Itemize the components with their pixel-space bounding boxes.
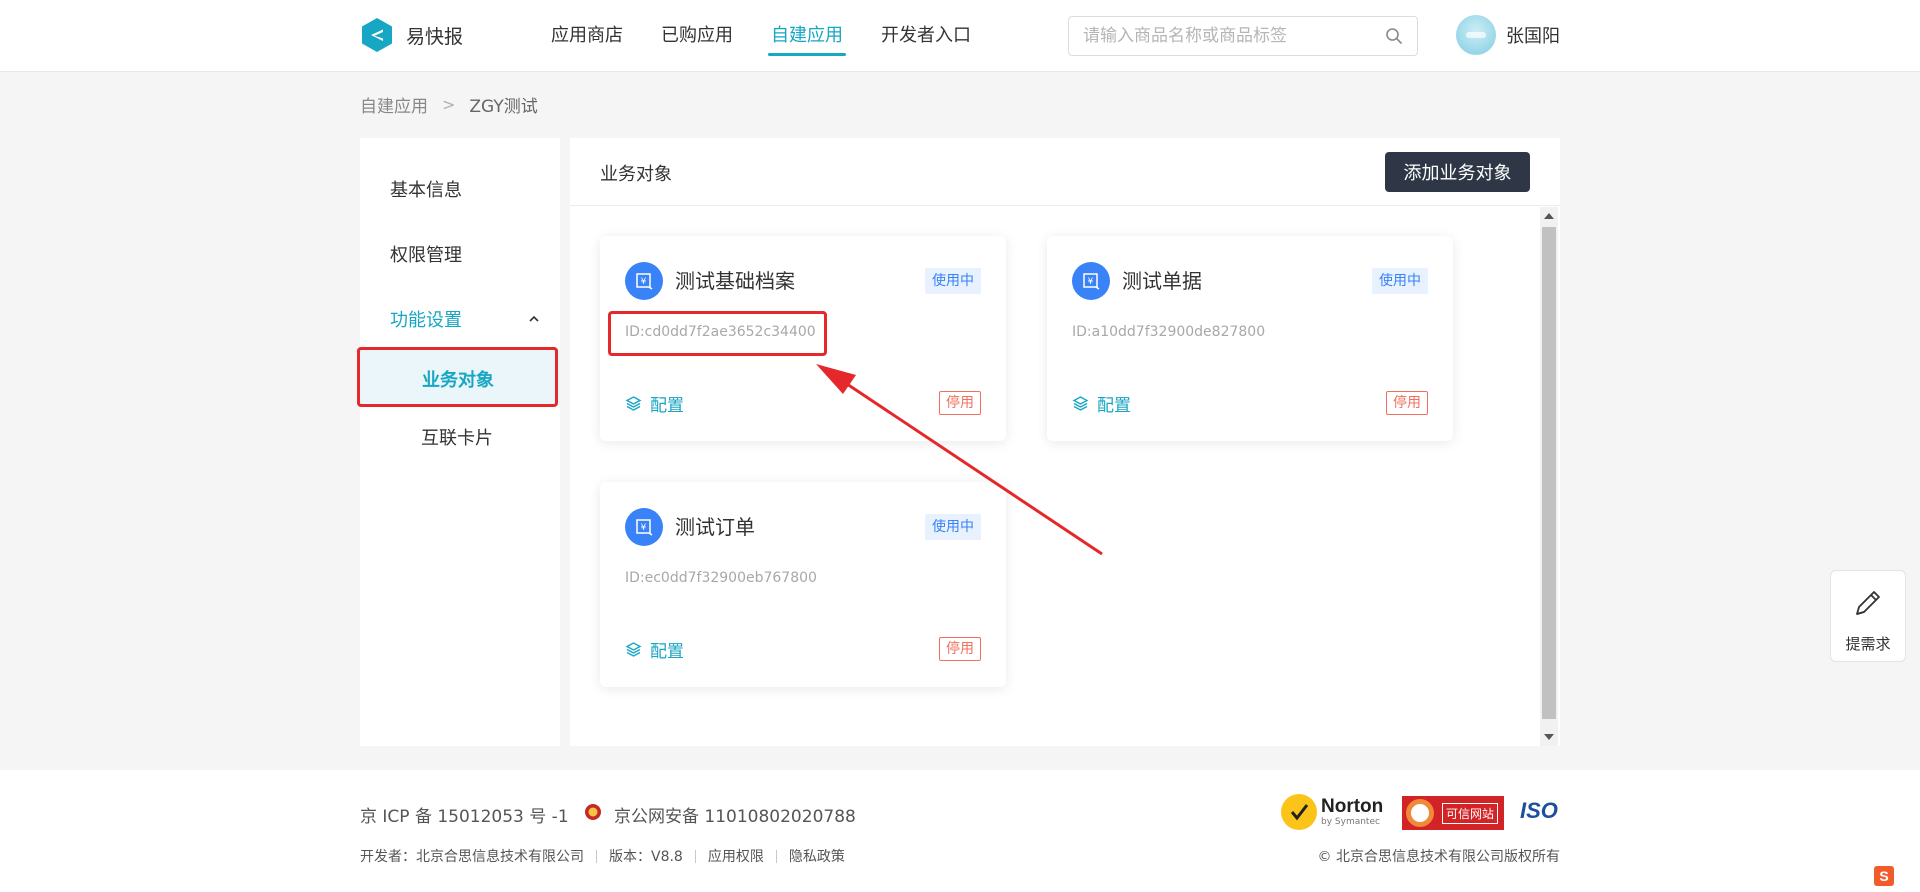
layers-icon (625, 396, 642, 411)
finance-doc-icon: ¥ (1072, 262, 1110, 300)
footer-links: 开发者：北京合思信息技术有限公司 版本：V8.8 应用权限 隐私政策 (360, 846, 845, 866)
card-title: 测试单据 (1122, 269, 1202, 293)
card-id: ID:ec0dd7f32900eb767800 (625, 570, 817, 586)
top-header: 易快报 应用商店 已购应用 自建应用 开发者入口 张国阳 (0, 0, 1920, 72)
norton-badge[interactable]: Norton by Symantec (1281, 794, 1383, 830)
norton-sub-label: by Symantec (1321, 817, 1380, 827)
card-title: 测试基础档案 (675, 269, 795, 293)
svg-text:¥: ¥ (641, 277, 647, 287)
trust-seal-icon (1406, 799, 1434, 827)
layers-icon (1072, 396, 1089, 411)
iso-badge[interactable]: ISO (1520, 798, 1558, 824)
sidebar-sub-item-linked-cards[interactable]: 互联卡片 (421, 424, 493, 450)
logo-text: 易快报 (406, 25, 464, 48)
sidebar: 基本信息 权限管理 功能设置 业务对象 互联卡片 (360, 138, 560, 746)
feedback-label: 提需求 (1845, 635, 1891, 653)
divider (775, 849, 777, 863)
e-logo-icon (362, 18, 392, 52)
nav-app-store[interactable]: 应用商店 (551, 0, 623, 72)
search-icon[interactable] (1385, 27, 1403, 45)
sidebar-item-basic-info[interactable]: 基本信息 (390, 176, 462, 202)
sidebar-group-label: 功能设置 (390, 310, 462, 331)
norton-label: Norton (1321, 796, 1384, 817)
trusted-site-badge[interactable]: 可信网站 (1402, 796, 1504, 830)
annotation-box-sidebar (357, 347, 558, 407)
scroll-down-icon[interactable] (1544, 734, 1554, 740)
card-title: 测试订单 (675, 515, 755, 539)
police-record-text[interactable]: 京公网安备 11010802020788 (614, 802, 856, 827)
breadcrumb-current: ZGY测试 (469, 97, 538, 117)
sidebar-group-feature-settings[interactable]: 功能设置 (390, 306, 540, 332)
avatar[interactable] (1456, 15, 1496, 55)
add-business-object-button[interactable]: 添加业务对象 (1385, 152, 1530, 192)
business-object-card[interactable]: ¥ 测试单据 使用中 ID:a10dd7f32900de827800 配置 停用 (1047, 236, 1453, 441)
logo[interactable]: 易快报 (360, 16, 463, 54)
user-menu[interactable]: 张国阳 (1456, 15, 1560, 55)
trust-label: 可信网站 (1442, 802, 1499, 824)
scroll-up-icon[interactable] (1544, 213, 1554, 219)
feedback-float-button[interactable]: 提需求 (1830, 570, 1906, 662)
config-link[interactable]: 配置 (625, 637, 684, 662)
main-nav: 应用商店 已购应用 自建应用 开发者入口 (551, 0, 1009, 72)
divider (694, 849, 696, 863)
config-label: 配置 (650, 642, 684, 662)
check-icon (1281, 794, 1317, 830)
disable-button[interactable]: 停用 (1386, 391, 1428, 415)
finance-doc-icon: ¥ (625, 262, 663, 300)
search-input[interactable] (1083, 26, 1385, 46)
config-link[interactable]: 配置 (625, 391, 684, 416)
chevron-up-icon (529, 315, 539, 322)
footer-version: 版本：V8.8 (609, 849, 683, 865)
config-label: 配置 (650, 396, 684, 416)
disable-button[interactable]: 停用 (939, 637, 981, 661)
pencil-icon (1856, 591, 1880, 615)
breadcrumb: 自建应用 > ZGY测试 (360, 92, 538, 117)
main-panel: 业务对象 添加业务对象 ¥ 测试基础档案 使用中 ID:cd0dd7f2ae36… (570, 138, 1560, 746)
svg-text:¥: ¥ (641, 523, 647, 533)
status-badge: 使用中 (1372, 268, 1428, 294)
footer-developer: 开发者：北京合思信息技术有限公司 (360, 849, 584, 865)
config-label: 配置 (1097, 396, 1131, 416)
nav-custom-apps[interactable]: 自建应用 (768, 0, 846, 72)
icp-text[interactable]: 京 ICP 备 15012053 号 -1 (360, 802, 569, 827)
scrollbar-thumb[interactable] (1542, 227, 1556, 719)
divider (596, 849, 597, 863)
status-badge: 使用中 (925, 514, 981, 540)
main-header: 业务对象 添加业务对象 (570, 138, 1560, 206)
svg-text:¥: ¥ (1088, 277, 1094, 287)
config-link[interactable]: 配置 (1072, 391, 1131, 416)
sidebar-item-permissions[interactable]: 权限管理 (390, 241, 462, 267)
annotation-box-id (608, 311, 827, 356)
police-badge-icon (585, 804, 601, 820)
footer: 京 ICP 备 15012053 号 -1 京公网安备 110108020207… (0, 770, 1920, 892)
nav-purchased-apps[interactable]: 已购应用 (661, 0, 733, 72)
copyright: © 北京合思信息技术有限公司版权所有 (1317, 849, 1560, 865)
vertical-scrollbar[interactable] (1540, 207, 1558, 746)
disable-button[interactable]: 停用 (939, 391, 981, 415)
breadcrumb-parent[interactable]: 自建应用 (360, 92, 428, 117)
finance-doc-icon: ¥ (625, 508, 663, 546)
business-object-card[interactable]: ¥ 测试订单 使用中 ID:ec0dd7f32900eb767800 配置 停用 (600, 482, 1006, 687)
card-id: ID:a10dd7f32900de827800 (1072, 324, 1266, 340)
layers-icon (625, 642, 642, 657)
status-badge: 使用中 (925, 268, 981, 294)
page-title: 业务对象 (600, 164, 672, 185)
nav-developer-entry[interactable]: 开发者入口 (881, 0, 971, 72)
user-name[interactable]: 张国阳 (1506, 22, 1560, 48)
search-box (1068, 16, 1418, 56)
footer-privacy-link[interactable]: 隐私政策 (789, 846, 845, 866)
sogou-ime-icon[interactable]: S (1874, 866, 1894, 886)
footer-app-permissions-link[interactable]: 应用权限 (708, 846, 764, 866)
breadcrumb-separator: > (442, 95, 456, 114)
